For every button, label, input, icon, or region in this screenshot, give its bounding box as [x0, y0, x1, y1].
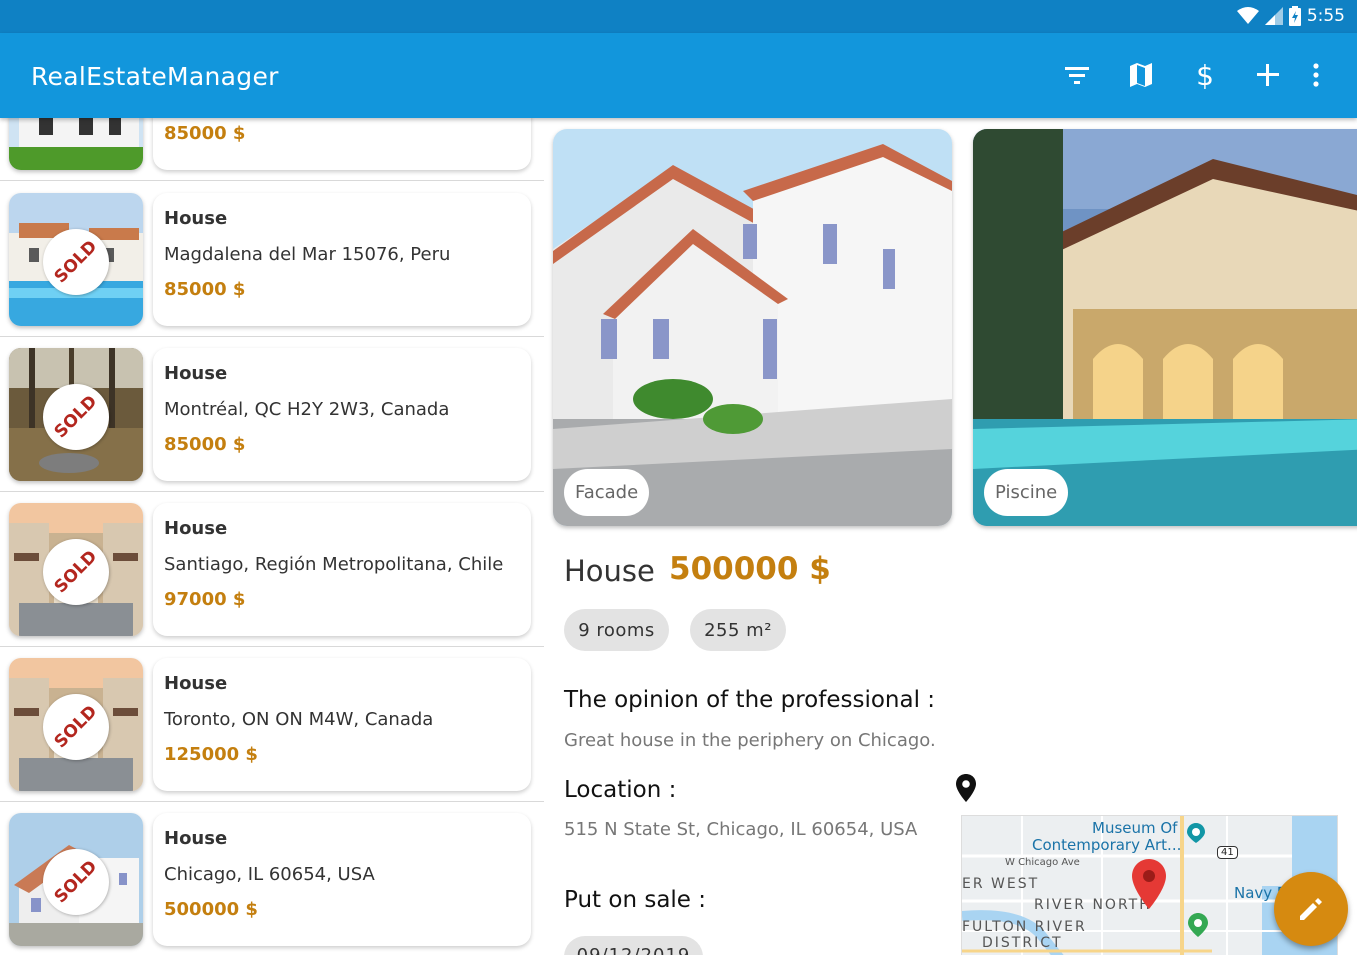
sale-date-chip: 09/12/2019 [564, 936, 703, 955]
list-item[interactable]: SOLD House Santiago, Región Metropolitan… [0, 492, 544, 647]
property-thumbnail: SOLD [9, 658, 143, 791]
opinion-heading: The opinion of the professional : [564, 687, 936, 713]
property-thumbnail: SOLD [9, 348, 143, 481]
property-detail[interactable]: Facade Piscine House 500000 $ 9 rooms 25… [544, 118, 1357, 955]
overflow-menu-button[interactable] [1300, 59, 1332, 91]
property-address: Toronto, ON ON M4W, Canada [164, 709, 434, 730]
property-type: House [164, 363, 228, 384]
status-bar: 5:55 [0, 0, 1357, 33]
map-pin-icon [1132, 859, 1166, 909]
map-label: ER WEST [962, 876, 1040, 892]
signal-icon [1264, 7, 1283, 25]
property-thumbnail [9, 118, 143, 170]
map-label: Museum Of [1092, 819, 1178, 837]
add-icon [1257, 64, 1279, 86]
photo-label: Facade [564, 469, 650, 516]
route-shield: 41 [1217, 846, 1238, 859]
property-card[interactable]: 85000 $ [153, 118, 531, 170]
location-text: 515 N State St, Chicago, IL 60654, USA [564, 819, 918, 840]
photo-label: Piscine [984, 469, 1069, 516]
map-button[interactable] [1125, 59, 1157, 91]
add-button[interactable] [1252, 59, 1284, 91]
property-type: House [164, 828, 228, 849]
sale-heading: Put on sale : [564, 887, 707, 913]
filter-button[interactable] [1061, 59, 1093, 91]
property-card[interactable]: House Magdalena del Mar 15076, Peru 8500… [153, 193, 531, 326]
property-address: Chicago, IL 60654, USA [164, 864, 375, 885]
currency-button[interactable]: $ [1189, 58, 1221, 92]
edit-pencil-icon [1300, 898, 1322, 920]
list-item[interactable]: SOLD House Chicago, IL 60654, USA 500000… [0, 802, 544, 955]
property-card[interactable]: House Montréal, QC H2Y 2W3, Canada 85000… [153, 348, 531, 481]
list-item[interactable]: 85000 $ [0, 118, 544, 181]
app-title: RealEstateManager [31, 62, 279, 91]
property-price: 97000 $ [164, 589, 246, 610]
battery-charging-icon [1288, 6, 1301, 26]
wifi-icon [1236, 7, 1259, 24]
property-address: Montréal, QC H2Y 2W3, Canada [164, 399, 450, 420]
map-icon [1130, 63, 1152, 87]
property-card[interactable]: House Chicago, IL 60654, USA 500000 $ [153, 813, 531, 946]
location-heading: Location : [564, 777, 677, 803]
facade-photo [553, 129, 952, 526]
location-pin-icon [956, 774, 976, 802]
property-type: House [164, 518, 228, 539]
property-price: 85000 $ [164, 279, 246, 300]
list-item[interactable]: SOLD House Montréal, QC H2Y 2W3, Canada … [0, 337, 544, 492]
rooms-chip: 9 rooms [564, 609, 669, 651]
property-card[interactable]: House Toronto, ON ON M4W, Canada 125000 … [153, 658, 531, 791]
property-type: House [564, 554, 655, 588]
property-price: 85000 $ [164, 123, 246, 144]
edit-fab[interactable] [1274, 872, 1348, 946]
list-item[interactable]: SOLD House Toronto, ON ON M4W, Canada 12… [0, 647, 544, 802]
property-address: Santiago, Región Metropolitana, Chile [164, 554, 504, 575]
property-price: 125000 $ [164, 744, 258, 765]
opinion-text: Great house in the periphery on Chicago. [564, 730, 936, 751]
property-thumbnail: SOLD [9, 193, 143, 326]
filter-icon [1065, 67, 1089, 84]
surface-chip: 255 m² [690, 609, 786, 651]
status-indicators: 5:55 [1236, 6, 1345, 26]
map-label: FULTON RIVER [962, 919, 1087, 935]
status-time: 5:55 [1306, 6, 1345, 26]
overflow-menu-icon [1313, 63, 1319, 87]
property-type: House [164, 208, 228, 229]
property-card[interactable]: House Santiago, Región Metropolitana, Ch… [153, 503, 531, 636]
property-thumbnail: SOLD [9, 503, 143, 636]
property-list[interactable]: 85000 $ SOLD House Magdalena del Mar 150… [0, 118, 544, 955]
property-price: 500000 $ [164, 899, 258, 920]
pool-photo [973, 129, 1357, 526]
dollar-icon: $ [1196, 58, 1214, 92]
park-marker-icon [1188, 913, 1208, 937]
property-price: 500000 $ [669, 551, 831, 587]
list-item[interactable]: SOLD House Magdalena del Mar 15076, Peru… [0, 182, 544, 337]
map-label: Contemporary Art... [1032, 836, 1182, 854]
map-label: W Chicago Ave [1005, 857, 1080, 868]
photo-card[interactable]: Piscine [973, 129, 1357, 526]
map-label: DISTRICT [982, 935, 1063, 951]
property-price: 85000 $ [164, 434, 246, 455]
photo-card[interactable]: Facade [553, 129, 952, 526]
app-bar: RealEstateManager $ [0, 33, 1357, 118]
property-type: House [164, 673, 228, 694]
property-address: Magdalena del Mar 15076, Peru [164, 244, 451, 265]
property-thumbnail: SOLD [9, 813, 143, 946]
museum-marker-icon [1187, 823, 1205, 843]
